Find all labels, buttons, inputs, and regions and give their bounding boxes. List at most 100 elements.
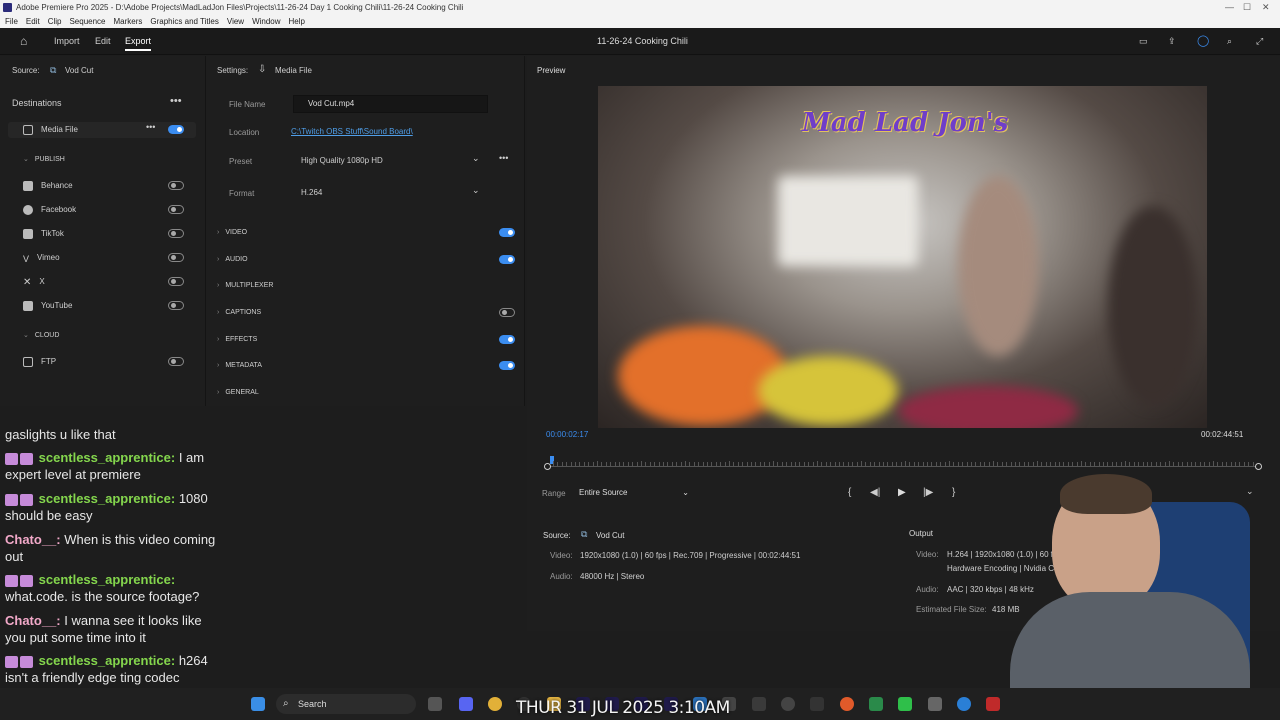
- section-multiplexer[interactable]: › MULTIPLEXER: [217, 282, 273, 289]
- section-video[interactable]: › VIDEO: [217, 229, 247, 236]
- chevron-down-icon[interactable]: ⌄: [472, 185, 480, 196]
- menu-clip[interactable]: Clip: [48, 15, 62, 28]
- menu-sequence[interactable]: Sequence: [69, 15, 105, 28]
- preset-more-icon[interactable]: •••: [499, 153, 508, 163]
- menu-help[interactable]: Help: [289, 15, 305, 28]
- facebook-toggle[interactable]: [168, 205, 184, 214]
- minimize-icon[interactable]: —: [1225, 0, 1234, 15]
- menu-markers[interactable]: Markers: [114, 15, 143, 28]
- video-toggle[interactable]: [499, 228, 515, 237]
- current-timecode[interactable]: 00:00:02:17: [546, 430, 588, 439]
- app-icon[interactable]: [810, 697, 824, 711]
- destination-vimeo[interactable]: V Vimeo: [23, 252, 60, 264]
- audio-toggle[interactable]: [499, 255, 515, 264]
- discord-icon[interactable]: [459, 697, 473, 711]
- section-effects[interactable]: › EFFECTS: [217, 336, 257, 343]
- destination-ftp[interactable]: FTP: [23, 356, 56, 368]
- menu-window[interactable]: Window: [252, 15, 280, 28]
- app-icon[interactable]: [869, 697, 883, 711]
- timeline-tick: [579, 462, 581, 466]
- chevron-down-icon: ⌄: [682, 488, 689, 497]
- section-audio[interactable]: › AUDIO: [217, 256, 248, 263]
- vimeo-toggle[interactable]: [168, 253, 184, 262]
- share-icon[interactable]: ⇪: [1168, 36, 1176, 47]
- destinations-more-icon[interactable]: •••: [170, 95, 182, 107]
- range-dropdown[interactable]: Entire Source ⌄: [574, 485, 694, 501]
- menu-edit[interactable]: Edit: [26, 15, 40, 28]
- task-view-icon[interactable]: [428, 697, 442, 711]
- captions-toggle[interactable]: [499, 308, 515, 317]
- menu-file[interactable]: File: [5, 15, 18, 28]
- timeline-tick: [583, 462, 585, 466]
- timeline-tick: [1111, 462, 1113, 466]
- metadata-toggle[interactable]: [499, 361, 515, 370]
- play-icon[interactable]: ▶: [898, 487, 906, 498]
- format-dropdown[interactable]: H.264: [301, 188, 322, 197]
- x-toggle[interactable]: [168, 277, 184, 286]
- edge-icon[interactable]: [957, 697, 971, 711]
- cloud-section[interactable]: ⌄ CLOUD: [23, 331, 59, 339]
- home-icon[interactable]: ⌂: [20, 34, 27, 48]
- chevron-down-icon[interactable]: ⌄: [472, 153, 480, 164]
- cloud-label: CLOUD: [34, 332, 60, 339]
- export-tab[interactable]: Export: [125, 36, 152, 51]
- app-icon[interactable]: [898, 697, 912, 711]
- close-icon[interactable]: ✕: [1262, 0, 1270, 15]
- chrome-icon[interactable]: [488, 697, 502, 711]
- settings-gear-icon[interactable]: [928, 697, 942, 711]
- taskbar-search[interactable]: ⌕ Search: [276, 694, 416, 714]
- ftp-toggle[interactable]: [168, 357, 184, 366]
- menu-graphics[interactable]: Graphics and Titles: [150, 15, 218, 28]
- behance-toggle[interactable]: [168, 181, 184, 190]
- preset-dropdown[interactable]: High Quality 1080p HD: [301, 156, 383, 165]
- section-metadata[interactable]: › METADATA: [217, 362, 262, 369]
- import-tab[interactable]: Import: [54, 36, 80, 46]
- timeline-tick: [874, 462, 876, 466]
- menu-view[interactable]: View: [227, 15, 244, 28]
- location-link[interactable]: C:\Twitch OBS Stuff\Sound Board\: [291, 127, 413, 136]
- chat-username[interactable]: scentless_apprentice: [39, 450, 171, 465]
- edit-tab[interactable]: Edit: [95, 36, 111, 46]
- chat-username[interactable]: scentless_apprentice: [39, 491, 171, 506]
- search-icon[interactable]: ⌕: [1227, 36, 1232, 47]
- tiktok-toggle[interactable]: [168, 229, 184, 238]
- mark-out-icon[interactable]: }: [952, 487, 955, 498]
- maximize-icon[interactable]: ☐: [1243, 0, 1251, 15]
- app-icon[interactable]: [752, 697, 766, 711]
- destination-facebook[interactable]: Facebook: [23, 204, 76, 216]
- app-icon[interactable]: [781, 697, 795, 711]
- media-file-more-icon[interactable]: •••: [146, 122, 155, 132]
- destination-youtube[interactable]: YouTube: [23, 300, 72, 312]
- destination-media-file[interactable]: Media File: [23, 124, 78, 136]
- timeline-tick: [1116, 462, 1118, 466]
- mark-in-icon[interactable]: {: [848, 487, 851, 498]
- effects-toggle[interactable]: [499, 335, 515, 344]
- file-name-input[interactable]: Vod Cut.mp4: [293, 95, 488, 113]
- chat-username[interactable]: scentless_apprentice: [39, 653, 171, 668]
- windows-start-icon[interactable]: [251, 697, 265, 711]
- step-back-icon[interactable]: ◀|: [870, 487, 880, 498]
- step-forward-icon[interactable]: |▶: [923, 487, 933, 498]
- destination-tiktok[interactable]: TikTok: [23, 228, 64, 240]
- progress-icon[interactable]: ◯: [1197, 34, 1209, 47]
- section-general[interactable]: › GENERAL: [217, 389, 259, 396]
- fullscreen-icon[interactable]: ⤢: [1256, 36, 1263, 47]
- webcam-overlay: [1010, 472, 1250, 688]
- firefox-icon[interactable]: [840, 697, 854, 711]
- media-file-toggle[interactable]: [168, 125, 184, 134]
- chat-username[interactable]: Chato__: [5, 613, 56, 628]
- out-point-handle[interactable]: [1255, 463, 1262, 470]
- timeline-tick: [588, 462, 590, 466]
- timeline-scrubber[interactable]: [544, 456, 1262, 470]
- section-captions[interactable]: › CAPTIONS: [217, 309, 261, 316]
- app-icon[interactable]: [986, 697, 1000, 711]
- youtube-toggle[interactable]: [168, 301, 184, 310]
- timeline-tick: [1173, 462, 1175, 466]
- destination-behance[interactable]: Behance: [23, 180, 73, 192]
- destination-x[interactable]: ✕ X: [23, 276, 45, 288]
- panel-icon[interactable]: ▭: [1139, 36, 1148, 47]
- in-point-handle[interactable]: [544, 463, 551, 470]
- chat-username[interactable]: Chato__: [5, 532, 56, 547]
- publish-section[interactable]: ⌄ PUBLISH: [23, 155, 65, 163]
- chat-username[interactable]: scentless_apprentice: [39, 572, 171, 587]
